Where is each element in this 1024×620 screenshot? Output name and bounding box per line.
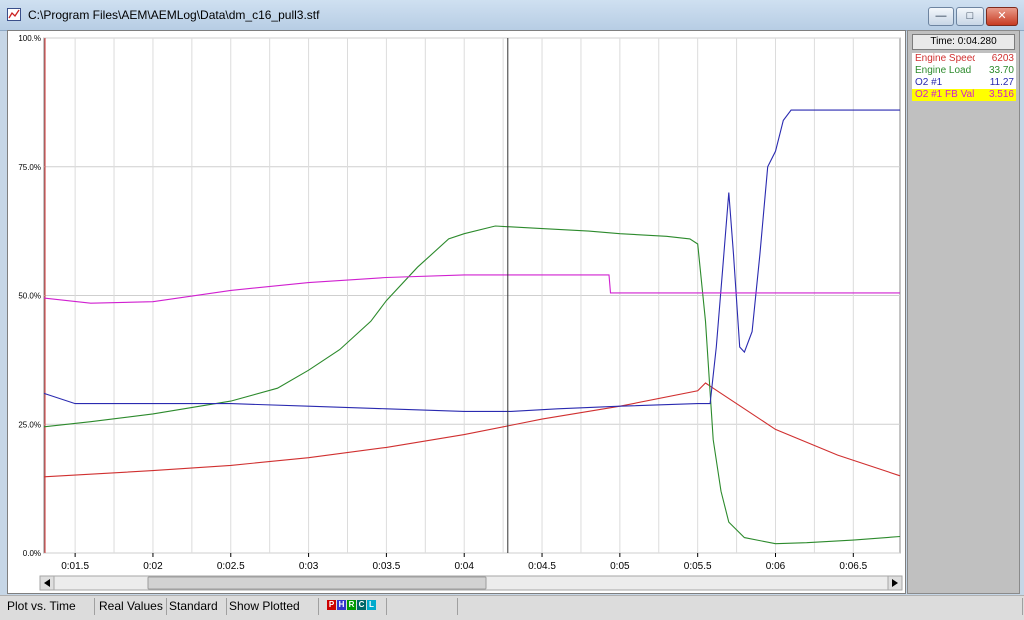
plot-mode-field[interactable]: Plot vs. Time [4,598,95,615]
x-tick-label: 0:03 [299,561,319,572]
palette-button[interactable]: H [337,600,346,610]
values-mode-field[interactable]: Real Values [96,598,167,615]
status-field-empty [386,598,458,615]
legend-channel-value: 11.27 [989,77,1014,88]
view-mode-field[interactable]: Standard [166,598,227,615]
palette-button[interactable]: L [367,600,376,610]
x-tick-label: 0:04.5 [528,561,556,572]
legend-channel-value: 6203 [991,53,1014,64]
legend-channel-name: Engine Speed [915,53,975,64]
scroll-thumb[interactable] [147,576,487,590]
legend-row[interactable]: Engine Load 33.70 [912,65,1016,77]
legend-channel-name: Engine Load [915,65,972,76]
y-tick-label: 25.0% [18,420,41,429]
x-tick-label: 0:02.5 [217,561,245,572]
palette-button[interactable]: R [347,600,356,610]
x-tick-label: 0:01.5 [61,561,89,572]
legend-channel-name: O2 #1 [915,77,943,88]
minimize-button[interactable]: — [928,7,954,26]
x-tick-label: 0:02 [143,561,163,572]
x-tick-label: 0:06.5 [839,561,867,572]
x-tick-label: 0:03.5 [372,561,400,572]
legend-channel-value: 33.70 [988,65,1014,76]
show-mode-field[interactable]: Show Plotted [226,598,319,615]
legend-channel-name: O2 #1 FB Val [915,89,975,100]
y-tick-label: 0.0% [23,549,41,558]
log-chart[interactable]: 100.% 75.0% 50.0% 25.0% 0.0% 0:01.5 0:02 0:02.5… [8,31,905,593]
x-tick-label: 0:04 [454,561,474,572]
status-bar: Plot vs. Time Real Values Standard Show … [0,595,1024,620]
legend-row[interactable]: O2 #1 FB Val 3.516 [912,89,1016,101]
y-tick-label: 100.% [18,34,41,43]
x-tick-label: 0:05 [610,561,630,572]
palette-button[interactable]: C [357,600,366,610]
y-tick-label: 50.0% [18,292,41,301]
channel-panel: Time: 0:04.280 Engine Speed 6203 Engine Lo… [907,30,1020,594]
window-title: C:\Program Files\AEM\AEMLog\Data\dm_c16_… [28,8,320,22]
legend-row[interactable]: Engine Speed 6203 [912,53,1016,65]
app-chart-icon [7,8,21,21]
legend-row[interactable]: O2 #1 11.27 [912,77,1016,89]
legend-channel-value: 3.516 [988,89,1014,100]
color-palette[interactable]: PHRCL [325,596,385,616]
status-field-spacer [456,598,1023,615]
plot-area[interactable]: 100.% 75.0% 50.0% 25.0% 0.0% 0:01.5 0:02 0:02.5… [7,30,906,594]
x-tick-label: 0:06 [766,561,786,572]
title-bar: C:\Program Files\AEM\AEMLog\Data\dm_c16_… [0,0,1024,31]
palette-button[interactable]: P [327,600,336,610]
time-readout: Time: 0:04.280 [912,34,1015,50]
close-button[interactable]: ✕ [986,7,1018,26]
x-tick-label: 0:05.5 [684,561,712,572]
maximize-button[interactable]: □ [956,7,984,26]
y-tick-label: 75.0% [18,163,41,172]
channel-legend: Engine Speed 6203 Engine Load 33.70 O2 #1 11.… [912,53,1016,101]
